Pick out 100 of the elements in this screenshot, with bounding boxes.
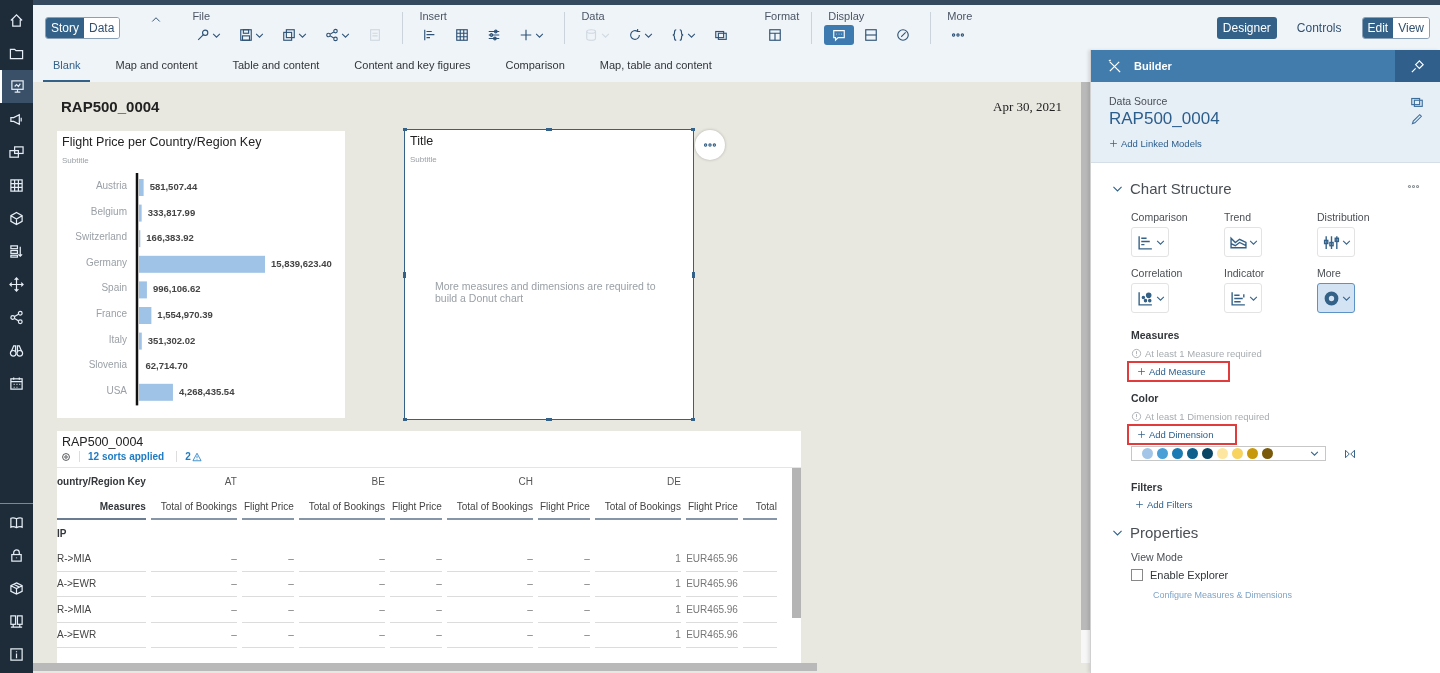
table-card[interactable] [57,431,801,663]
edit-icon [1410,113,1423,126]
toolbar-group-label: Display [827,10,866,22]
table-header-cell: Total of Bookings [446,494,533,520]
info-icon [9,647,24,662]
caret-icon [341,30,351,40]
checkbox-label: Enable Explorer [1150,569,1229,581]
layout-tab[interactable]: Comparison [495,50,574,82]
chart-type-button[interactable] [1317,283,1355,313]
category-label: France [95,308,127,319]
widget-title: RAP500_0004 [61,434,145,449]
plus-icon [1137,367,1146,376]
indicator-chart-icon [1230,289,1247,307]
chart-card[interactable]: Title Subtitle More measures and dimensions are required to build a Donut chart [405,130,693,419]
table-cell: 1 [594,597,681,623]
caret-icon [1249,237,1258,247]
table-cell: – [389,546,442,572]
value-label: 996,106.62 [152,283,201,295]
section-title: Properties [1130,524,1199,541]
page-date: Apr 30, 2021 [993,99,1062,115]
mode-toggle-button[interactable]: Story [46,17,84,38]
table-cell: EUR465.96 [685,597,738,623]
tool-button[interactable] [824,25,855,45]
category-label: Switzerland [75,231,127,243]
table-header-cell-text: ountry/Region Key [57,474,146,489]
add-filters-link[interactable]: Add Filters [1135,499,1193,510]
value-label: 4,268,435.54 [178,385,235,397]
house-icon [9,13,24,28]
windows-icon [1410,95,1424,109]
caret-icon [298,30,308,40]
chart-card[interactable] [57,131,345,418]
more-button[interactable] [695,130,725,160]
table-cell: – [241,571,294,597]
table-cell: – [389,622,442,648]
category-label: USA [106,384,127,396]
table-cell: – [446,597,533,623]
caret-icon [601,30,611,40]
table-header-cell-text: CH [517,474,533,489]
table-icon [9,178,24,193]
add-measure-link[interactable]: Add Measure [1137,366,1206,377]
table-cell: – [150,546,237,572]
category-label: Austria [95,180,127,191]
data-source-label: Data Source [1109,95,1169,107]
warnings-link[interactable]: 2 [185,451,202,462]
table-header-cell: Flight Price [241,494,294,520]
bar [139,383,173,401]
mode-toggle-button[interactable]: Data [84,17,120,38]
section-title: Chart Structure [1130,179,1232,197]
layout-tab[interactable]: Map and content [105,50,207,82]
table-cell: – [537,597,590,623]
table-cell: – [537,571,590,597]
role-tab[interactable]: Controls [1290,16,1348,39]
styling-button[interactable] [1395,50,1440,82]
table-cell: – [150,622,237,648]
chart-type-label: Comparison [1131,211,1189,223]
scrollbar[interactable] [1081,82,1090,630]
table-header-cell: Measures [57,494,146,520]
arrows-icon [9,277,24,292]
category-label: Belgium [90,205,127,217]
layout-tab[interactable]: Table and content [222,50,329,82]
chart-type-label: More [1317,267,1342,279]
role-tab[interactable]: Designer [1216,16,1277,39]
table-cell: – [150,571,237,597]
flip-button[interactable] [1344,447,1356,460]
bar [139,332,142,350]
table-cell: 1 [594,571,681,597]
toolbar-group-label: Format [763,10,800,22]
plus-icon [1135,500,1144,509]
widget-subtitle: Subtitle [409,154,438,164]
add-linked-models-link[interactable]: Add Linked Models [1109,138,1424,149]
table-cell: R->MIA [57,546,146,572]
layout-tab[interactable]: Content and key figures [344,50,480,82]
edit-toggle-button[interactable]: View [1393,17,1429,38]
share-icon [9,310,24,325]
nav-button[interactable] [0,70,33,103]
widget-title: Flight Price per Country/Region Key [61,134,263,149]
scrollbar[interactable] [33,663,817,671]
scrollbar[interactable] [792,468,801,618]
value-label: 581,507.44 [149,181,198,192]
sorts-link[interactable]: 12 sorts applied [79,451,178,462]
caret-icon [1342,237,1351,247]
lock-icon [9,548,24,563]
section-label: Measures [1131,329,1181,341]
table-header-cell: Flight Price [537,494,590,520]
bar [139,307,152,324]
checkbox[interactable] [1131,569,1143,581]
table-cell: – [241,597,294,623]
edit-toggle-button[interactable]: Edit [1362,17,1394,38]
value-label: 351,302.02 [147,334,196,346]
plus-icon [1109,139,1118,148]
caret-icon [1342,293,1351,303]
palette-dropdown[interactable] [1131,446,1326,461]
chart-type-label: Indicator [1224,267,1266,279]
table-header-cell: Flight Price [685,494,738,520]
layout-tab[interactable]: Map, table and content [589,50,721,82]
section-label: Filters [1131,481,1164,493]
toolbar-group-label: Insert [418,10,448,22]
add-dimension-link[interactable]: Add Dimension [1137,429,1214,440]
table-header-cell: Total of Bookings [298,494,385,520]
table-cell: – [241,622,294,648]
